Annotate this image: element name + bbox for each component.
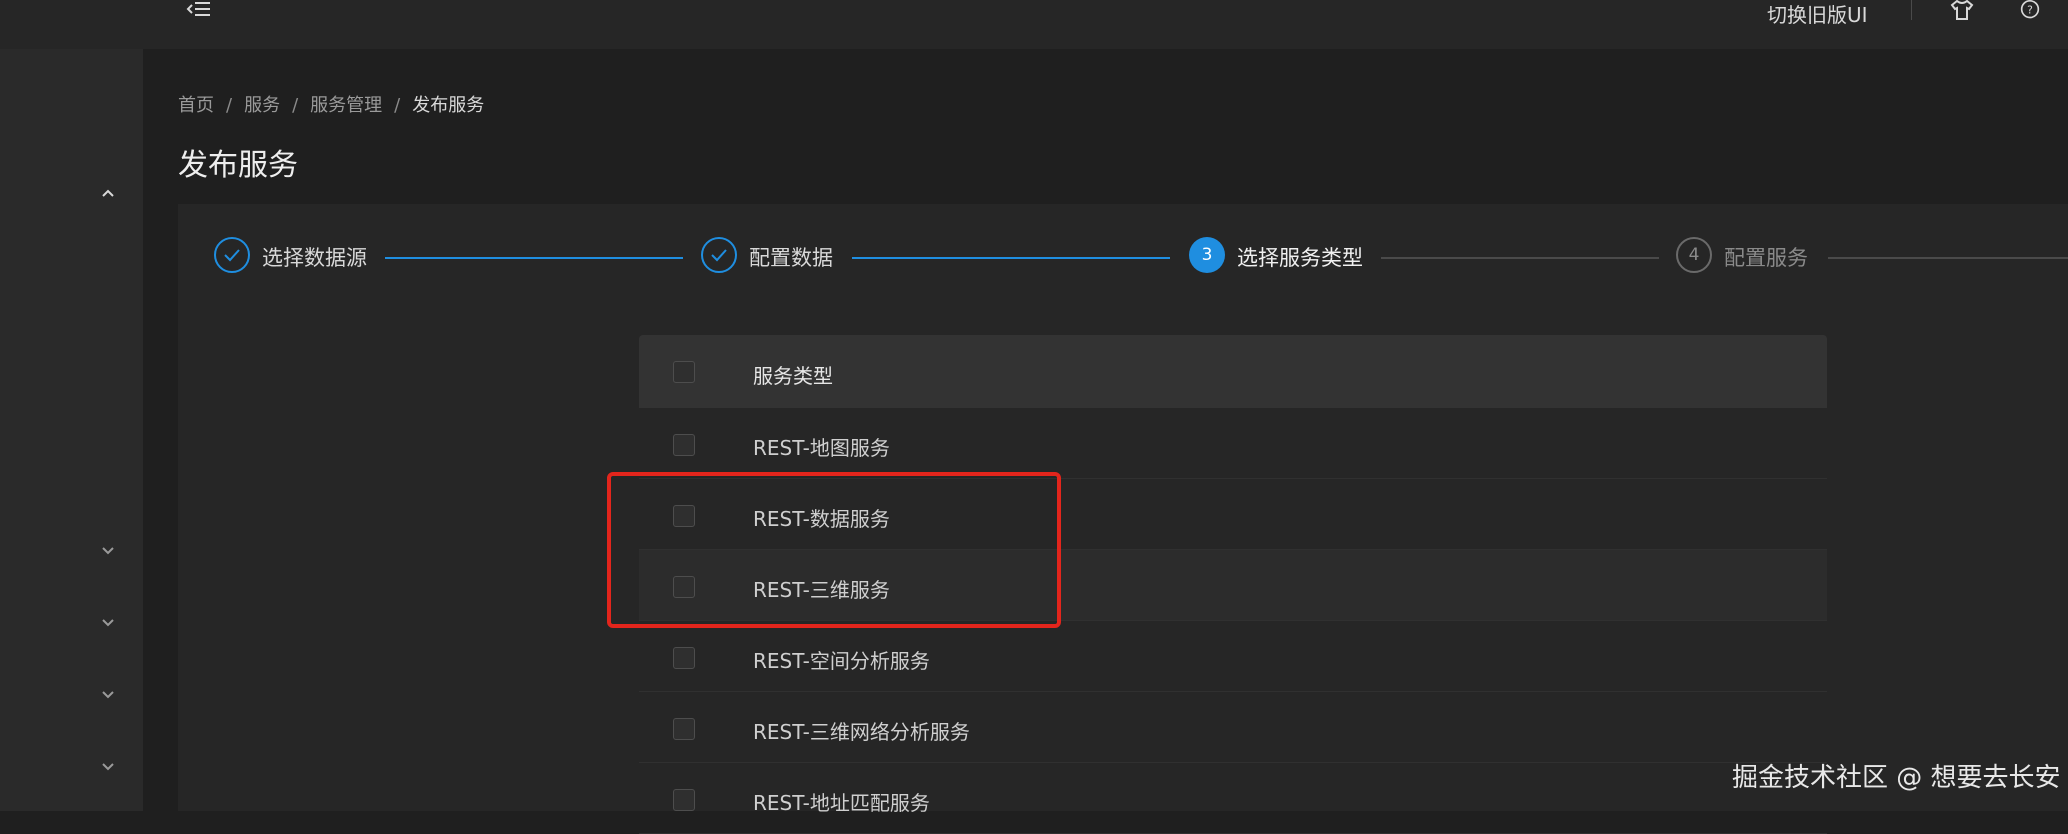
sidebar [0,49,143,811]
select-all-checkbox[interactable] [673,361,695,383]
step-label: 配置数据 [749,246,833,270]
table-row[interactable]: REST-空间分析服务 [639,621,1827,692]
check-icon [214,237,250,273]
table-row[interactable]: REST-地图服务 [639,408,1827,479]
chevron-down-icon[interactable] [96,687,120,703]
service-type-label: REST-地址匹配服务 [753,791,930,815]
breadcrumb-home[interactable]: 首页 [178,95,214,116]
chevron-down-icon[interactable] [96,543,120,559]
step-number: 3 [1189,237,1225,273]
breadcrumb-separator: / [292,95,299,116]
page-title: 发布服务 [178,148,298,183]
service-type-label: REST-三维网络分析服务 [753,720,970,744]
step-connector [1381,257,1659,259]
shirt-icon[interactable] [1950,0,1974,20]
step-number: 4 [1676,237,1712,273]
breadcrumb-services[interactable]: 服务 [244,95,280,116]
service-type-label: REST-空间分析服务 [753,649,930,673]
step-connector [1828,257,2068,259]
topbar-divider [1911,0,1912,20]
watermark: 掘金技术社区 @ 想要去长安 [1732,763,2061,793]
service-type-label: REST-地图服务 [753,436,890,460]
table-row[interactable]: REST-三维网络分析服务 [639,692,1827,763]
row-checkbox[interactable] [673,647,695,669]
step-label: 选择服务类型 [1237,246,1363,270]
annotation-highlight-box [607,472,1061,628]
step-label: 配置服务 [1724,246,1808,270]
chevron-down-icon[interactable] [96,759,120,775]
chevron-down-icon[interactable] [96,615,120,631]
row-checkbox[interactable] [673,789,695,811]
switch-old-ui-link[interactable]: 切换旧版UI [1767,0,1868,28]
breadcrumb-current: 发布服务 [412,95,485,116]
step-connector [852,257,1170,259]
chevron-up-icon[interactable] [96,185,120,201]
table-row[interactable]: REST-地址匹配服务 [639,763,1827,834]
svg-text:?: ? [2027,3,2033,16]
top-bar: 切换旧版UI ? [0,0,2068,49]
menu-fold-icon[interactable] [186,0,212,20]
row-checkbox[interactable] [673,718,695,740]
breadcrumb-separator: / [394,95,401,116]
breadcrumb-separator: / [226,95,233,116]
row-checkbox[interactable] [673,434,695,456]
breadcrumb: 首页 / 服务 / 服务管理 / 发布服务 [178,91,484,117]
check-icon [701,237,737,273]
question-circle-icon[interactable]: ? [2018,0,2042,20]
step-connector [385,257,683,259]
step-label: 选择数据源 [262,246,367,270]
column-header-service-type: 服务类型 [753,364,833,388]
breadcrumb-service-management[interactable]: 服务管理 [310,95,382,116]
table-header: 服务类型 [639,335,1827,408]
